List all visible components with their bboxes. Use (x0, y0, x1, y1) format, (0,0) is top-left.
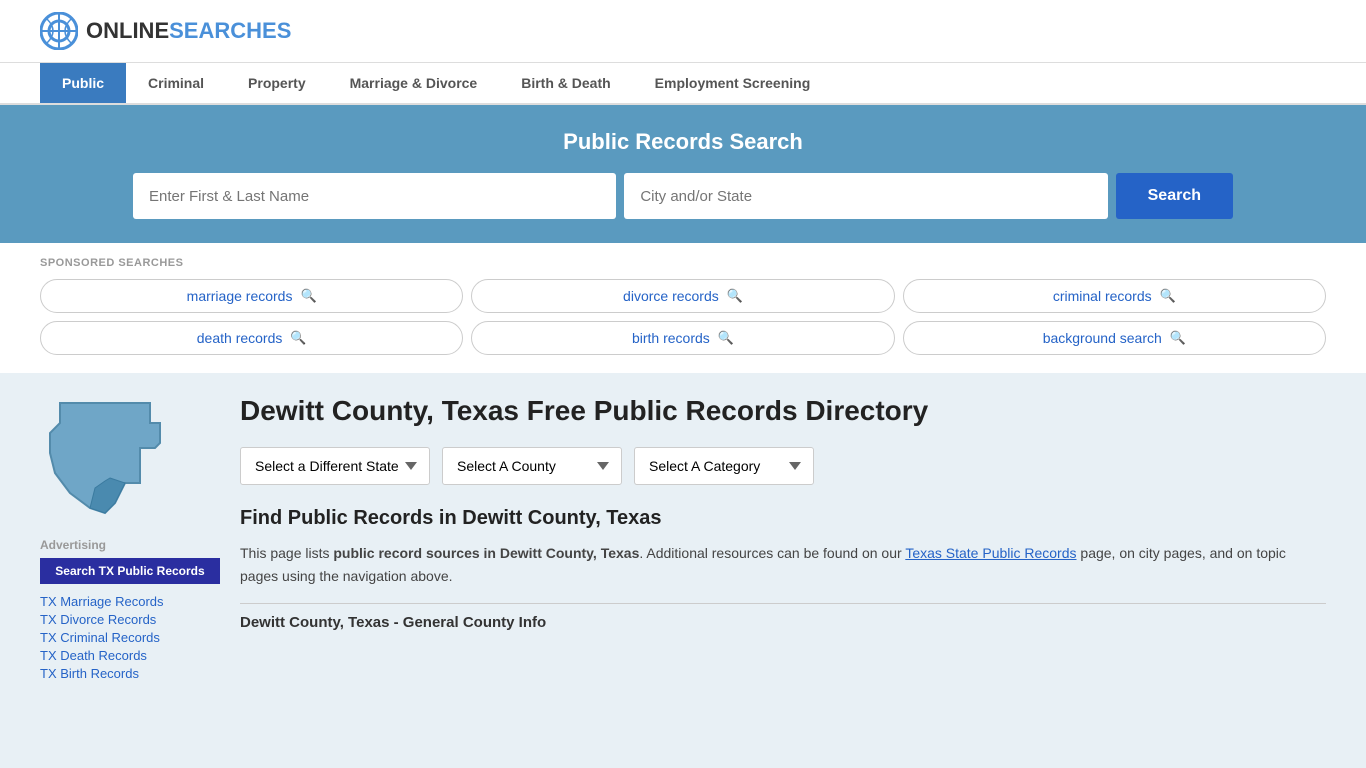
sponsored-background[interactable]: background search 🔍 (903, 321, 1326, 355)
sponsored-birth[interactable]: birth records 🔍 (471, 321, 894, 355)
search-icon-1: 🔍 (727, 288, 743, 304)
sponsored-birth-link: birth records (632, 330, 710, 346)
sponsored-death[interactable]: death records 🔍 (40, 321, 463, 355)
search-icon-0: 🔍 (300, 288, 316, 304)
nav-marriage-divorce[interactable]: Marriage & Divorce (328, 63, 500, 103)
sponsored-criminal-link: criminal records (1053, 288, 1152, 304)
state-dropdown[interactable]: Select a Different State (240, 447, 430, 485)
sponsored-divorce[interactable]: divorce records 🔍 (471, 279, 894, 313)
nav-criminal[interactable]: Criminal (126, 63, 226, 103)
sponsored-marriage[interactable]: marriage records 🔍 (40, 279, 463, 313)
search-button[interactable]: Search (1116, 173, 1233, 219)
sponsored-background-link: background search (1043, 330, 1162, 346)
search-icon-2: 🔍 (1160, 288, 1176, 304)
section-divider (240, 603, 1326, 604)
sponsored-criminal[interactable]: criminal records 🔍 (903, 279, 1326, 313)
find-text-middle: . Additional resources can be found on o… (639, 545, 905, 561)
page-title: Dewitt County, Texas Free Public Records… (240, 393, 1326, 429)
texas-map (40, 393, 170, 523)
sponsored-label: SPONSORED SEARCHES (40, 257, 1326, 269)
main-nav: Public Criminal Property Marriage & Divo… (0, 63, 1366, 105)
nav-employment[interactable]: Employment Screening (633, 63, 833, 103)
search-bar: Search (133, 173, 1233, 219)
nav-public[interactable]: Public (40, 63, 126, 103)
location-input[interactable] (624, 173, 1107, 219)
hero-section: Public Records Search Search (0, 105, 1366, 243)
nav-property[interactable]: Property (226, 63, 328, 103)
logo[interactable]: ONLINESEARCHES (40, 12, 291, 50)
find-title: Find Public Records in Dewitt County, Te… (240, 507, 1326, 530)
search-icon-3: 🔍 (290, 330, 306, 346)
sidebar-link-birth[interactable]: TX Birth Records (40, 666, 220, 681)
find-text-prefix: This page lists (240, 545, 333, 561)
sponsored-section: SPONSORED SEARCHES marriage records 🔍 di… (0, 243, 1366, 373)
category-dropdown[interactable]: Select A Category (634, 447, 814, 485)
find-text-bold: public record sources in Dewitt County, … (333, 545, 639, 561)
sidebar: Advertising Search TX Public Records TX … (40, 393, 220, 681)
sponsored-grid: marriage records 🔍 divorce records 🔍 cri… (40, 279, 1326, 355)
sidebar-ad-button[interactable]: Search TX Public Records (40, 558, 220, 584)
nav-birth-death[interactable]: Birth & Death (499, 63, 632, 103)
sidebar-link-divorce[interactable]: TX Divorce Records (40, 612, 220, 627)
find-text: This page lists public record sources in… (240, 542, 1326, 587)
dropdowns-row: Select a Different State Select A County… (240, 447, 1326, 485)
search-icon-4: 🔍 (718, 330, 734, 346)
header: ONLINESEARCHES (0, 0, 1366, 63)
advertising-label: Advertising (40, 538, 220, 552)
sidebar-link-criminal[interactable]: TX Criminal Records (40, 630, 220, 645)
hero-title: Public Records Search (40, 129, 1326, 155)
texas-state-link[interactable]: Texas State Public Records (905, 545, 1076, 561)
content-area: Dewitt County, Texas Free Public Records… (240, 393, 1326, 681)
sponsored-marriage-link: marriage records (187, 288, 293, 304)
sidebar-link-death[interactable]: TX Death Records (40, 648, 220, 663)
sponsored-divorce-link: divorce records (623, 288, 719, 304)
search-icon-5: 🔍 (1170, 330, 1186, 346)
logo-text: ONLINESEARCHES (86, 18, 291, 44)
general-info-title: Dewitt County, Texas - General County In… (240, 614, 1326, 631)
sidebar-link-marriage[interactable]: TX Marriage Records (40, 594, 220, 609)
sponsored-death-link: death records (197, 330, 283, 346)
sidebar-links: TX Marriage Records TX Divorce Records T… (40, 594, 220, 681)
main-container: Advertising Search TX Public Records TX … (0, 373, 1366, 701)
county-dropdown[interactable]: Select A County (442, 447, 622, 485)
logo-icon (40, 12, 78, 50)
name-input[interactable] (133, 173, 616, 219)
